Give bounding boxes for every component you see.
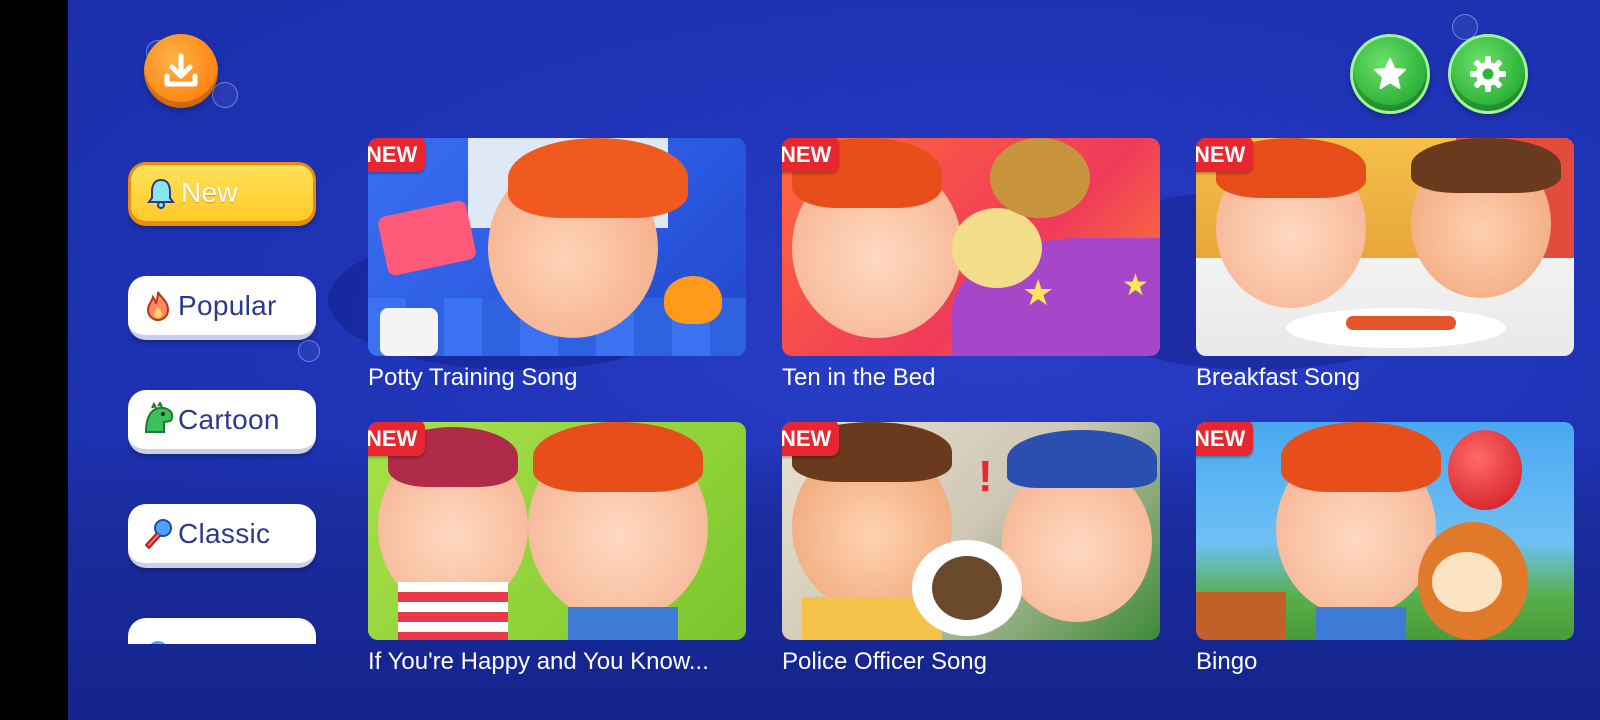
video-thumbnail[interactable]: NEW xyxy=(1196,138,1574,356)
category-icon xyxy=(140,630,176,644)
new-badge: NEW xyxy=(1196,422,1254,456)
new-badge: NEW xyxy=(368,422,426,456)
category-cartoon[interactable]: Cartoon xyxy=(128,390,316,454)
new-badge: NEW xyxy=(782,422,840,456)
video-title[interactable]: Police Officer Song xyxy=(782,648,1160,676)
video-thumbnail[interactable]: ★ ★ NEW xyxy=(782,138,1160,356)
thumbnail-art xyxy=(368,422,746,640)
category-label: Popular xyxy=(178,289,277,321)
category-label: New xyxy=(181,177,238,208)
video-card[interactable]: NEW Potty Training Song xyxy=(368,138,746,392)
video-card[interactable]: NEW If You're Happy and You Know... xyxy=(368,422,746,676)
video-title[interactable]: If You're Happy and You Know... xyxy=(368,648,746,676)
microphone-icon xyxy=(140,516,176,552)
video-title[interactable]: Ten in the Bed xyxy=(782,364,1160,392)
video-card[interactable]: NEW Bingo xyxy=(1196,422,1574,676)
dinosaur-icon xyxy=(140,401,176,438)
fire-icon xyxy=(140,288,176,324)
thumbnail-art xyxy=(1196,138,1574,356)
video-thumbnail[interactable]: NEW xyxy=(368,138,746,356)
download-button[interactable] xyxy=(144,34,218,108)
bubble-decoration xyxy=(212,82,238,108)
category-popular[interactable]: Popular xyxy=(128,276,316,340)
thumbnail-art xyxy=(368,138,746,356)
video-thumbnail[interactable]: NEW xyxy=(1196,422,1574,640)
app-screen: New Popular Cartoon Classic NEW Potty Tr… xyxy=(68,0,1600,720)
category-label: Cartoon xyxy=(178,403,280,435)
video-card[interactable]: NEW Breakfast Song xyxy=(1196,138,1574,392)
video-title[interactable]: Potty Training Song xyxy=(368,364,746,392)
category-classic[interactable]: Classic xyxy=(128,504,316,568)
category-sidebar[interactable]: New Popular Cartoon Classic xyxy=(128,162,320,644)
download-icon xyxy=(164,53,198,87)
new-badge: NEW xyxy=(1196,138,1254,172)
video-thumbnail[interactable]: ! NEW xyxy=(782,422,1160,640)
video-thumbnail[interactable]: NEW xyxy=(368,422,746,640)
thumbnail-art: ! xyxy=(782,422,1160,640)
video-card[interactable]: ! NEW Police Officer Song xyxy=(782,422,1160,676)
star-icon xyxy=(1374,58,1406,89)
video-title[interactable]: Bingo xyxy=(1196,648,1574,676)
bell-icon xyxy=(143,175,179,211)
category-label: Classic xyxy=(178,517,271,549)
new-badge: NEW xyxy=(782,138,840,172)
thumbnail-art: ★ ★ xyxy=(782,138,1160,356)
settings-button[interactable] xyxy=(1448,34,1528,114)
video-card[interactable]: ★ ★ NEW Ten in the Bed xyxy=(782,138,1160,392)
video-title[interactable]: Breakfast Song xyxy=(1196,364,1574,392)
new-badge: NEW xyxy=(368,138,426,172)
favorites-button[interactable] xyxy=(1350,34,1430,114)
thumbnail-art xyxy=(1196,422,1574,640)
category-new[interactable]: New xyxy=(128,162,316,226)
gear-icon xyxy=(1470,56,1506,92)
category-more[interactable] xyxy=(128,618,316,644)
